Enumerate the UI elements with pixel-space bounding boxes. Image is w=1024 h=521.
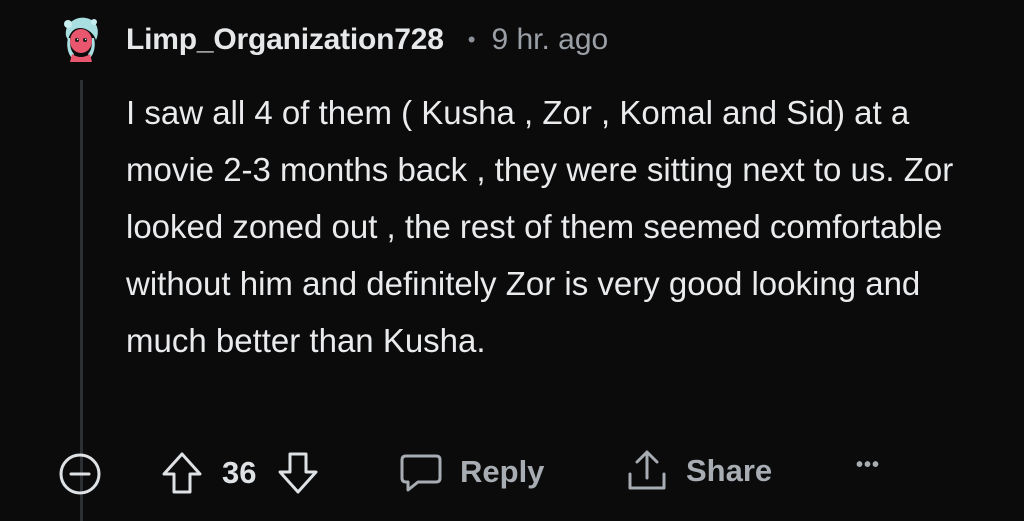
reply-label: Reply (460, 454, 545, 489)
vote-controls: 36 (160, 450, 320, 496)
speech-bubble-icon (400, 454, 442, 492)
timestamp: 9 hr. ago (491, 23, 609, 56)
comment: Limp_Organization728 • 9 hr. ago I saw a… (0, 0, 1024, 521)
arrow-up-icon (162, 452, 202, 494)
comment-body: I saw all 4 of them ( Kusha , Zor , Koma… (126, 94, 954, 359)
more-options-button[interactable]: ••• (856, 454, 880, 477)
share-label: Share (686, 453, 773, 488)
collapse-button[interactable] (58, 452, 102, 496)
reply-button[interactable]: Reply (398, 450, 544, 494)
share-icon (628, 450, 666, 490)
minus-circle-icon (59, 453, 101, 495)
avatar[interactable] (58, 14, 104, 62)
username[interactable]: Limp_Organization728 (126, 23, 444, 57)
vote-count: 36 (222, 455, 257, 490)
comment-actions: 36 Reply Share ••• (0, 440, 1024, 504)
arrow-down-icon (278, 452, 318, 494)
upvote-button[interactable] (160, 450, 204, 496)
comment-header: Limp_Organization728 • 9 hr. ago (126, 20, 608, 60)
more-dots-icon: ••• (856, 454, 881, 476)
downvote-button[interactable] (276, 450, 320, 496)
avatar-icon (64, 17, 98, 62)
separator-dot: • (467, 27, 476, 52)
share-button[interactable]: Share (624, 448, 772, 494)
